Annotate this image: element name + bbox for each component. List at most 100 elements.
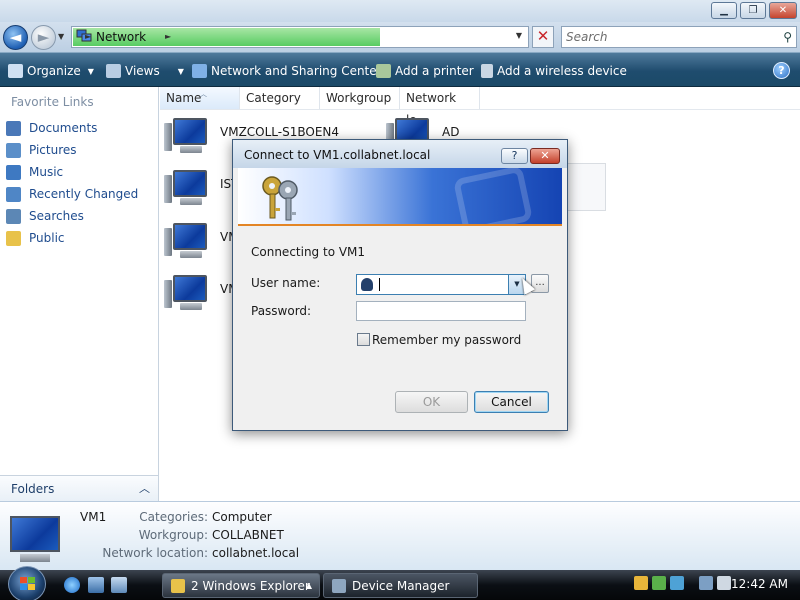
taskbar-windows-explorer-group[interactable]: 2 Windows Explorer ▲ [162, 573, 320, 598]
column-category-label: Category [246, 91, 301, 105]
banner-watermark [452, 168, 534, 224]
ok-button[interactable]: OK [395, 391, 468, 413]
workgroup-value: COLLABNET [212, 528, 284, 542]
column-workgroup[interactable]: Workgroup [320, 87, 400, 109]
computer-name: AD [442, 125, 460, 139]
computer-icon [164, 167, 214, 209]
dialog-help-button[interactable]: ? [501, 148, 528, 164]
workgroup-label: Workgroup: [138, 528, 208, 542]
views-label: Views [125, 64, 160, 78]
taskbar: 2 Windows Explorer ▲ Device Manager 12:4… [0, 566, 800, 600]
password-field[interactable] [356, 301, 526, 321]
chevron-up-icon: ▲ [305, 581, 312, 590]
taskbar-device-manager[interactable]: Device Manager [323, 573, 478, 598]
close-button[interactable]: ✕ [769, 2, 797, 19]
address-dropdown-icon[interactable]: ▼ [516, 31, 522, 40]
security-shield-icon[interactable] [634, 576, 648, 590]
network-tray-icon[interactable] [699, 576, 713, 590]
sort-indicator-icon: ︿ [200, 90, 207, 98]
connect-dialog: Connect to VM1.collabnet.local ? ✕ Conne… [232, 139, 568, 431]
taskbar-button-label: 2 Windows Explorer [191, 578, 310, 593]
tray-app-icon[interactable] [670, 576, 684, 590]
recent-pages-dropdown[interactable]: ▼ [58, 32, 64, 41]
dialog-title-bar[interactable]: Connect to VM1.collabnet.local ? ✕ [233, 140, 567, 168]
dialog-title: Connect to VM1.collabnet.local [244, 148, 431, 162]
network-sharing-center-button[interactable]: Network and Sharing Center [192, 62, 382, 80]
show-desktop-icon[interactable] [88, 577, 104, 593]
sidebar-item-label: Public [29, 231, 65, 245]
switch-windows-icon[interactable] [111, 577, 127, 593]
documents-icon [6, 120, 21, 136]
network-sharing-icon [192, 64, 207, 78]
password-label: Password: [251, 304, 312, 318]
address-bar[interactable]: ► Network ► ▼ [71, 26, 529, 48]
maximize-button[interactable]: ❐ [740, 2, 766, 19]
sidebar-item-recently-changed[interactable]: Recently Changed [6, 185, 138, 203]
dialog-close-button[interactable]: ✕ [530, 148, 560, 164]
folder-icon [171, 578, 185, 593]
text-caret [379, 278, 380, 291]
password-input[interactable] [360, 304, 520, 318]
sidebar-item-label: Music [29, 165, 64, 179]
taskbar-button-label: Device Manager [352, 578, 450, 593]
sidebar-item-music[interactable]: Music [6, 163, 63, 181]
breadcrumb-arrow-icon[interactable]: ► [85, 32, 91, 41]
username-combobox[interactable]: ▼ [356, 274, 526, 295]
help-icon[interactable]: ? [773, 62, 790, 79]
stop-button[interactable]: ✕ [532, 26, 554, 48]
add-wireless-label: Add a wireless device [497, 64, 627, 78]
column-name[interactable]: ︿ Name [160, 87, 240, 109]
organize-menu[interactable]: Organize ▼ [8, 62, 94, 80]
window-title-bar: ▁ ❐ ✕ [0, 0, 800, 22]
search-input[interactable] [566, 29, 771, 45]
volume-muted-icon[interactable] [717, 576, 731, 590]
forward-button[interactable]: ► [31, 25, 56, 50]
remember-password-label[interactable]: Remember my password [372, 333, 521, 347]
internet-explorer-icon[interactable] [64, 577, 80, 593]
back-button[interactable]: ◄ [3, 25, 28, 50]
sidebar-item-public[interactable]: Public [6, 229, 65, 247]
folder-icon [6, 230, 21, 246]
remember-password-checkbox[interactable] [357, 333, 370, 346]
navigation-pane: Favorite Links Documents Pictures Music … [0, 87, 159, 501]
folders-label: Folders [11, 482, 55, 496]
chevron-up-icon: ︿ [139, 482, 150, 495]
views-icon [106, 64, 121, 78]
details-pane: VM1 Categories: Computer Workgroup: COLL… [0, 501, 800, 570]
network-location-label: Network location: [102, 546, 208, 560]
add-wireless-device-button[interactable]: Add a wireless device [481, 62, 627, 80]
taskbar-clock[interactable]: 12:42 AM [731, 577, 788, 591]
searches-icon [6, 208, 21, 224]
sidebar-item-label: Recently Changed [29, 187, 139, 201]
start-button[interactable] [8, 566, 46, 600]
search-box[interactable]: ⚲ [561, 26, 797, 48]
sidebar-item-searches[interactable]: Searches [6, 207, 84, 225]
sidebar-item-documents[interactable]: Documents [6, 119, 97, 137]
column-network-location[interactable]: Network lo... [400, 87, 480, 127]
folders-toggle[interactable]: Folders ︿ [0, 475, 158, 501]
tray-app-icon[interactable] [652, 576, 666, 590]
printer-icon [376, 64, 391, 78]
sidebar-item-label: Searches [29, 209, 84, 223]
minimize-button[interactable]: ▁ [711, 2, 737, 19]
device-manager-icon [332, 578, 346, 593]
network-sharing-label: Network and Sharing Center [211, 64, 382, 78]
views-menu[interactable]: Views ▼ [106, 62, 184, 80]
music-icon [6, 164, 21, 180]
cancel-button[interactable]: Cancel [474, 391, 549, 413]
sidebar-item-label: Pictures [29, 143, 77, 157]
computer-name: VMZCOLL-S1BOEN4 [220, 125, 340, 139]
username-label: User name: [251, 276, 321, 290]
search-icon[interactable]: ⚲ [783, 30, 792, 44]
column-category[interactable]: Category [240, 87, 320, 109]
username-input[interactable] [379, 277, 499, 292]
sidebar-item-pictures[interactable]: Pictures [6, 141, 77, 159]
breadcrumb-arrow-icon[interactable]: ► [165, 32, 171, 41]
computer-icon [164, 220, 214, 262]
add-printer-button[interactable]: Add a printer [376, 62, 474, 80]
categories-label: Categories: [139, 510, 208, 524]
breadcrumb-network[interactable]: Network [96, 30, 146, 44]
column-name-label: Name [166, 91, 202, 105]
browse-button[interactable]: ... [531, 274, 549, 293]
favorite-links-heading: Favorite Links [11, 95, 94, 109]
